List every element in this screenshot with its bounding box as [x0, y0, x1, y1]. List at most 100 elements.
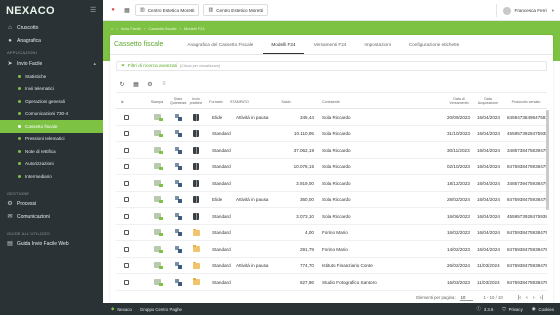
print-icon[interactable] [153, 262, 163, 270]
print-icon[interactable] [153, 113, 163, 121]
print-icon[interactable] [153, 245, 163, 253]
receipt-status-icon[interactable] [174, 229, 182, 237]
table-row[interactable]: Standard 3.919,00 Sola Riccardo 18/12/2023 1… [116, 175, 547, 192]
row-checkbox[interactable] [123, 131, 129, 137]
print-icon[interactable] [153, 212, 163, 220]
print-icon[interactable] [153, 196, 163, 204]
prev-page-icon[interactable]: ‹ [526, 295, 528, 301]
submenu-item[interactable]: Autorizzazioni [0, 158, 103, 171]
home-icon[interactable]: ⌂ [111, 26, 113, 31]
table-row[interactable]: Standard 3.073,10 Sola Riccardo 16/06/2023 1… [116, 208, 547, 225]
book-icon[interactable] [193, 212, 199, 220]
vertical-scrollbar[interactable] [546, 110, 549, 210]
last-page-icon[interactable]: ›| [540, 295, 543, 301]
breadcrumb-item[interactable]: Cassetto fiscale [148, 26, 176, 31]
tab-modelli-f24[interactable]: Modelli F24 [263, 40, 304, 54]
table-row[interactable]: Standard 627,96 Studio Fotografico Santoro… [116, 274, 547, 291]
app-logo[interactable]: NEXACO [0, 0, 103, 21]
print-icon[interactable] [153, 163, 163, 171]
table-row[interactable]: Standard 37.062,19 Sola Riccardo 30/11/2023… [116, 142, 547, 159]
submenu-item[interactable]: Pressioni telematici [0, 133, 103, 146]
grid-icon[interactable]: ▦ [123, 6, 131, 14]
row-checkbox[interactable] [123, 180, 129, 186]
row-checkbox[interactable] [123, 114, 129, 120]
collapse-menu-icon[interactable]: ☰ [90, 7, 97, 14]
user-menu[interactable]: Francesca Ferri ▾ [495, 4, 554, 17]
table-row[interactable]: Standard 4,00 Forino Mario 16/02/2023 16/04/… [116, 225, 547, 241]
select-all-icon[interactable]: ⧉ [121, 100, 124, 104]
row-checkbox[interactable] [123, 213, 129, 219]
table-row[interactable]: Elide Attività in pausa 345,44 Sola Riccard… [116, 109, 547, 126]
receipt-status-icon[interactable] [174, 212, 182, 220]
submenu-item[interactable]: Note di rettifica [0, 145, 103, 158]
company-selector-2[interactable]: ▥ Centro Estetico Moretti [203, 4, 268, 16]
print-icon[interactable] [153, 146, 163, 154]
next-page-icon[interactable]: › [533, 295, 535, 301]
book-icon[interactable] [193, 179, 199, 187]
column-header[interactable]: Saldo [274, 100, 298, 104]
table-row[interactable]: Standard 10.110,95 Sola Riccardo 31/10/2023… [116, 126, 547, 142]
nav-item-invio-facile[interactable]: ➤ Invio Facile ▴ [0, 57, 103, 70]
submenu-item[interactable]: Invii telematici [0, 83, 103, 96]
book-icon[interactable] [193, 130, 199, 138]
receipt-status-icon[interactable] [174, 196, 182, 204]
row-checkbox[interactable] [123, 246, 129, 252]
receipt-status-icon[interactable] [174, 113, 182, 121]
nav-item-processi[interactable]: ⚙ Processi [0, 198, 103, 211]
settings-icon[interactable]: ⚙ [146, 80, 154, 88]
tab-versamenti-f24[interactable]: Versamenti F24 [306, 40, 355, 54]
receipt-status-icon[interactable] [174, 245, 182, 253]
table-row[interactable]: Standard Attività in pausa 774,70 Istituto … [116, 258, 547, 274]
submenu-item[interactable]: Intermediario [0, 170, 103, 183]
row-checkbox[interactable] [123, 230, 129, 236]
column-header[interactable]: Data Acquisizione [475, 97, 501, 105]
row-checkbox[interactable] [123, 197, 129, 203]
book-icon[interactable] [193, 146, 199, 154]
table-row[interactable]: Standard 291,79 Forino Mario 14/02/2023 16/0… [116, 241, 547, 258]
advanced-filters[interactable]: ⏷ Filtri di ricerca avanzati (Clicca per… [116, 61, 547, 71]
column-header[interactable]: Formato [206, 100, 226, 104]
print-icon[interactable] [153, 229, 163, 237]
nav-item-comunicazioni[interactable]: ✉ Comunicazioni [0, 211, 103, 224]
columns-icon[interactable]: ▦ [132, 80, 140, 88]
folder-icon[interactable] [192, 278, 200, 286]
book-icon[interactable] [193, 196, 199, 204]
cookies-link[interactable]: ◉ Cookies [532, 306, 554, 312]
submenu-item[interactable]: Cassetto fiscale [0, 120, 103, 133]
folder-icon[interactable] [192, 228, 200, 236]
print-icon[interactable] [153, 179, 163, 187]
column-header[interactable]: Stato Quietanza [170, 97, 186, 105]
breadcrumb-item[interactable]: Invio Facile [121, 26, 141, 31]
column-header[interactable]: Invio pratiche [188, 97, 204, 105]
receipt-status-icon[interactable] [174, 130, 182, 138]
notification-icon[interactable]: ● [109, 6, 117, 14]
receipt-status-icon[interactable] [174, 179, 182, 187]
nav-item-cruscotto[interactable]: ⌂ Cruscotto [0, 21, 103, 34]
privacy-link[interactable]: ⛉ Privacy [502, 307, 522, 312]
column-header[interactable]: Stampa [148, 100, 166, 104]
submenu-item[interactable]: Comunicazioni 730-4 [0, 108, 103, 121]
receipt-status-icon[interactable] [174, 146, 182, 154]
folder-icon[interactable] [192, 261, 200, 269]
book-icon[interactable] [193, 113, 199, 121]
table-row[interactable]: Standard 10.078,15 Sola Riccardo 02/10/2023… [116, 159, 547, 175]
row-checkbox[interactable] [123, 147, 129, 153]
company-selector-1[interactable]: ▥ Centro Estetico Moretti [135, 4, 200, 16]
column-header[interactable]: Protocollo versato [506, 100, 546, 104]
folder-icon[interactable] [192, 245, 200, 253]
table-row[interactable]: Elide Attività in pausa 360,00 Sola Riccard… [116, 192, 547, 208]
receipt-status-icon[interactable] [174, 278, 182, 286]
nav-item-anagrafica[interactable]: ● Anagrafica [0, 34, 103, 47]
column-header[interactable]: Contraente [322, 100, 352, 104]
list-icon[interactable]: ≡ [160, 80, 168, 88]
row-checkbox[interactable] [123, 263, 129, 269]
tab-configurazione-etichette[interactable]: Configurazione etichette [401, 40, 468, 54]
column-header[interactable]: Data di Versamento [447, 97, 471, 105]
receipt-status-icon[interactable] [174, 163, 182, 171]
row-checkbox[interactable] [123, 279, 129, 285]
receipt-status-icon[interactable] [174, 262, 182, 270]
submenu-item[interactable]: Statistiche [0, 70, 103, 83]
tab-impostazioni[interactable]: Impostazioni [356, 40, 398, 54]
per-page-select[interactable]: 10 [459, 295, 474, 301]
refresh-icon[interactable]: ↻ [118, 80, 126, 88]
